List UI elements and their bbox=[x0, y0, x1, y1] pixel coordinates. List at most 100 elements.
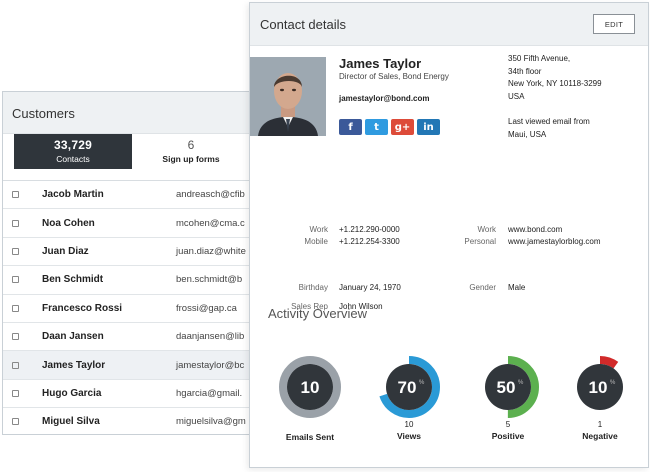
address-line: 350 Fifth Avenue, bbox=[508, 54, 571, 63]
customer-row[interactable]: Jacob Martin andreasch@cfib bbox=[3, 181, 263, 210]
customer-name: James Taylor bbox=[42, 359, 106, 371]
row-checkbox[interactable] bbox=[12, 361, 19, 369]
customer-row[interactable]: James Taylor jamestaylor@bc bbox=[3, 351, 263, 380]
contact-details-panel: Contact details EDIT James Taylor Direct… bbox=[249, 2, 649, 468]
gender-value: Male bbox=[508, 283, 526, 292]
address-line: USA bbox=[508, 91, 525, 101]
customer-row[interactable]: Miguel Silva miguelsilva@gm bbox=[3, 408, 263, 434]
stat-signup-forms[interactable]: 6 Sign up forms bbox=[132, 134, 250, 169]
contact-header: Contact details EDIT bbox=[250, 3, 648, 46]
customers-stats: 33,729 Contacts 6 Sign up forms bbox=[3, 134, 263, 181]
phone-work-value: +1.212.290-0000 bbox=[339, 225, 400, 234]
donut-center-value: 10 bbox=[589, 378, 608, 397]
web-personal-value[interactable]: www.jamestaylorblog.com bbox=[508, 236, 600, 248]
facebook-icon[interactable]: f bbox=[339, 119, 362, 135]
customer-email: hgarcia@gmail. bbox=[176, 387, 243, 399]
customer-row[interactable]: Daan Jansen daanjansen@lib bbox=[3, 323, 263, 352]
activity-donut: 50% bbox=[475, 354, 541, 420]
row-checkbox[interactable] bbox=[12, 219, 19, 227]
customer-name: Miguel Silva bbox=[42, 416, 100, 428]
birthday-value: January 24, 1970 bbox=[339, 283, 401, 292]
phone-mobile-label: Mobile bbox=[304, 237, 328, 246]
customer-name: Jacob Martin bbox=[42, 189, 104, 201]
stat-contacts-value: 33,729 bbox=[54, 138, 92, 152]
donut-count: 5 bbox=[505, 420, 511, 429]
customer-list: Jacob Martin andreasch@cfib Noa Cohen mcohe… bbox=[3, 181, 263, 434]
row-checkbox[interactable] bbox=[12, 418, 19, 426]
contact-photo bbox=[250, 57, 326, 136]
customer-row[interactable]: Noa Cohen mcohen@cma.c bbox=[3, 209, 263, 238]
donut-caption: 5 Positive bbox=[468, 420, 548, 441]
donut-label: Negative bbox=[582, 431, 618, 441]
contact-address: 350 Fifth Avenue, 34th floor New York, N… bbox=[508, 53, 602, 103]
percent-symbol: % bbox=[419, 380, 425, 386]
customer-name: Ben Schmidt bbox=[42, 274, 104, 286]
row-checkbox[interactable] bbox=[12, 276, 19, 284]
contact-name: James Taylor bbox=[339, 56, 422, 71]
activity-overview-title: Activity Overview bbox=[268, 306, 367, 321]
customer-email: juan.diaz@white bbox=[176, 245, 246, 257]
customer-row[interactable]: Hugo Garcia hgarcia@gmail. bbox=[3, 380, 263, 409]
donut-center-value: 70 bbox=[398, 378, 417, 397]
activity-donut: 10% bbox=[567, 354, 633, 420]
phone-work-label: Work bbox=[309, 225, 328, 234]
customer-row[interactable]: Juan Diaz juan.diaz@white bbox=[3, 238, 263, 267]
percent-symbol: % bbox=[518, 380, 524, 386]
stat-signup-value: 6 bbox=[187, 138, 195, 152]
last-viewed-label: Last viewed email from bbox=[508, 117, 590, 126]
customers-panel: Customers 33,729 Contacts 6 Sign up form… bbox=[2, 91, 264, 435]
customer-email: ben.schmidt@b bbox=[176, 274, 243, 286]
last-viewed: Last viewed email from Maui, USA bbox=[508, 116, 590, 141]
row-checkbox[interactable] bbox=[12, 389, 19, 397]
activity-donut: 10 bbox=[277, 354, 343, 420]
customer-email: frossi@gap.ca bbox=[176, 302, 237, 314]
donut-caption: Emails Sent bbox=[270, 430, 350, 442]
customer-email: andreasch@cfib bbox=[176, 189, 245, 201]
customers-title: Customers bbox=[3, 92, 263, 134]
customer-name: Juan Diaz bbox=[42, 245, 89, 257]
web-work-label: Work bbox=[477, 225, 496, 234]
contact-title: Contact details bbox=[260, 17, 346, 32]
customer-email: mcohen@cma.c bbox=[176, 217, 245, 229]
donut-count: 1 bbox=[597, 420, 603, 429]
stat-contacts[interactable]: 33,729 Contacts bbox=[14, 134, 132, 169]
gender-label: Gender bbox=[469, 283, 496, 292]
donut-label: Positive bbox=[491, 431, 525, 441]
phone-mobile-value: +1.212.254-3300 bbox=[339, 237, 400, 246]
contact-job-title: Director of Sales, Bond Energy bbox=[339, 72, 449, 81]
donut-center-value: 10 bbox=[301, 378, 320, 397]
stat-signup-label: Sign up forms bbox=[162, 154, 220, 164]
twitter-icon[interactable]: t bbox=[365, 119, 388, 135]
customer-row[interactable]: Ben Schmidt ben.schmidt@b bbox=[3, 266, 263, 295]
edit-button[interactable]: EDIT bbox=[593, 14, 635, 34]
customer-name: Francesco Rossi bbox=[42, 302, 123, 314]
customer-email: daanjansen@lib bbox=[176, 331, 245, 343]
row-checkbox[interactable] bbox=[12, 333, 19, 341]
social-links: f t g+ in bbox=[339, 119, 440, 135]
donut-caption: 10 Views bbox=[369, 420, 449, 441]
address-line: New York, NY 10118-3299 bbox=[508, 79, 602, 88]
web-work-value[interactable]: www.bond.com bbox=[508, 224, 562, 236]
donut-caption: 1 Negative bbox=[560, 420, 640, 441]
customer-name: Hugo Garcia bbox=[42, 387, 102, 399]
row-checkbox[interactable] bbox=[12, 304, 19, 312]
customer-name: Noa Cohen bbox=[42, 217, 95, 229]
customer-email: jamestaylor@bc bbox=[176, 359, 245, 371]
customer-name: Daan Jansen bbox=[42, 331, 104, 343]
stat-contacts-label: Contacts bbox=[56, 154, 90, 164]
activity-donut: 70% bbox=[376, 354, 442, 420]
donut-label: Emails Sent bbox=[285, 432, 335, 442]
web-personal-label: Personal bbox=[464, 237, 496, 246]
google-plus-icon[interactable]: g+ bbox=[391, 119, 414, 135]
linkedin-icon[interactable]: in bbox=[417, 119, 440, 135]
percent-symbol: % bbox=[610, 380, 616, 386]
last-viewed-location: Maui, USA bbox=[508, 129, 547, 139]
donut-count: 10 bbox=[404, 420, 414, 429]
donut-center-value: 50 bbox=[497, 378, 516, 397]
address-line: 34th floor bbox=[508, 66, 542, 76]
contact-email[interactable]: jamestaylor@bond.com bbox=[339, 94, 430, 103]
row-checkbox[interactable] bbox=[12, 191, 19, 199]
row-checkbox[interactable] bbox=[12, 247, 19, 255]
donut-label: Views bbox=[397, 431, 421, 441]
customer-row[interactable]: Francesco Rossi frossi@gap.ca bbox=[3, 295, 263, 323]
